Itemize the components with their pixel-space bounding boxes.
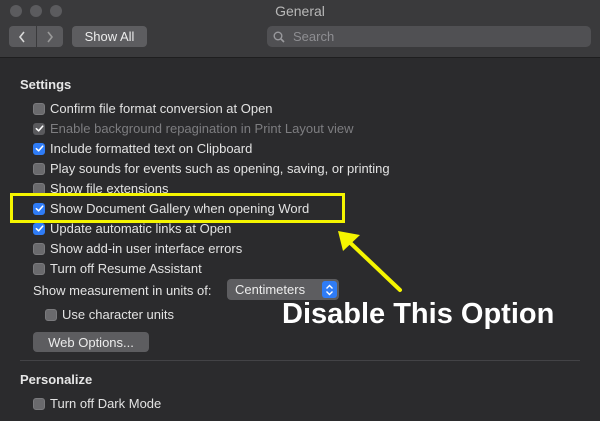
option-label: Use character units [62, 307, 174, 322]
checkbox[interactable] [33, 222, 45, 235]
checkbox[interactable] [33, 397, 45, 410]
show-all-button[interactable]: Show All [72, 26, 147, 47]
checkbox[interactable] [33, 262, 45, 275]
checkbox[interactable] [33, 102, 45, 115]
checkmark-icon [35, 125, 44, 132]
checkmark-icon [35, 225, 44, 232]
units-label: Show measurement in units of: [33, 283, 212, 298]
turn-off-dark-mode-option[interactable]: Turn off Dark Mode [33, 395, 161, 412]
settings-section-title: Settings [20, 77, 72, 92]
search-field[interactable] [267, 26, 591, 47]
option-label: Turn off Dark Mode [50, 396, 162, 411]
checkbox[interactable] [45, 308, 57, 321]
option-label: Confirm file format conversion at Open [50, 101, 273, 116]
checkbox[interactable] [33, 242, 45, 255]
checkmark-icon [35, 145, 44, 152]
use-character-units-option[interactable]: Use character units [45, 306, 174, 323]
checkbox[interactable] [33, 142, 45, 155]
highlight-box [10, 193, 345, 223]
chevron-right-icon [47, 31, 53, 42]
measurement-units-value: Centimeters [235, 282, 306, 297]
annotation-arrow [338, 231, 402, 292]
chevron-left-icon [19, 31, 25, 42]
title-bar: General Show All [0, 0, 600, 58]
turn-off-resume-assistant-option[interactable]: Turn off Resume Assistant [33, 260, 202, 277]
option-label: Play sounds for events such as opening, … [50, 161, 390, 176]
confirm-format-conversion-option[interactable]: Confirm file format conversion at Open [33, 100, 273, 117]
navigation-buttons [9, 26, 63, 47]
show-addin-errors-option[interactable]: Show add-in user interface errors [33, 240, 242, 257]
measurement-units-select[interactable]: Centimeters [227, 279, 339, 300]
include-formatted-text-option[interactable]: Include formatted text on Clipboard [33, 140, 252, 157]
option-label: Include formatted text on Clipboard [50, 141, 253, 156]
back-button[interactable] [9, 26, 37, 47]
forward-button[interactable] [37, 26, 64, 47]
web-options-button[interactable]: Web Options... [33, 332, 149, 352]
option-label: Turn off Resume Assistant [50, 261, 202, 276]
checkbox[interactable] [33, 162, 45, 175]
search-icon [273, 31, 285, 43]
option-label: Update automatic links at Open [50, 221, 232, 236]
option-label: Show add-in user interface errors [50, 241, 243, 256]
section-divider [20, 360, 580, 361]
annotation-text: Disable This Option [282, 298, 555, 330]
window-title: General [275, 3, 325, 19]
option-label: Enable background repagination in Print … [50, 121, 354, 136]
personalize-section-title: Personalize [20, 372, 93, 387]
play-sounds-option[interactable]: Play sounds for events such as opening, … [33, 160, 390, 177]
search-input[interactable] [291, 28, 575, 45]
checkbox [33, 122, 45, 135]
background-repagination-option: Enable background repagination in Print … [33, 120, 354, 137]
